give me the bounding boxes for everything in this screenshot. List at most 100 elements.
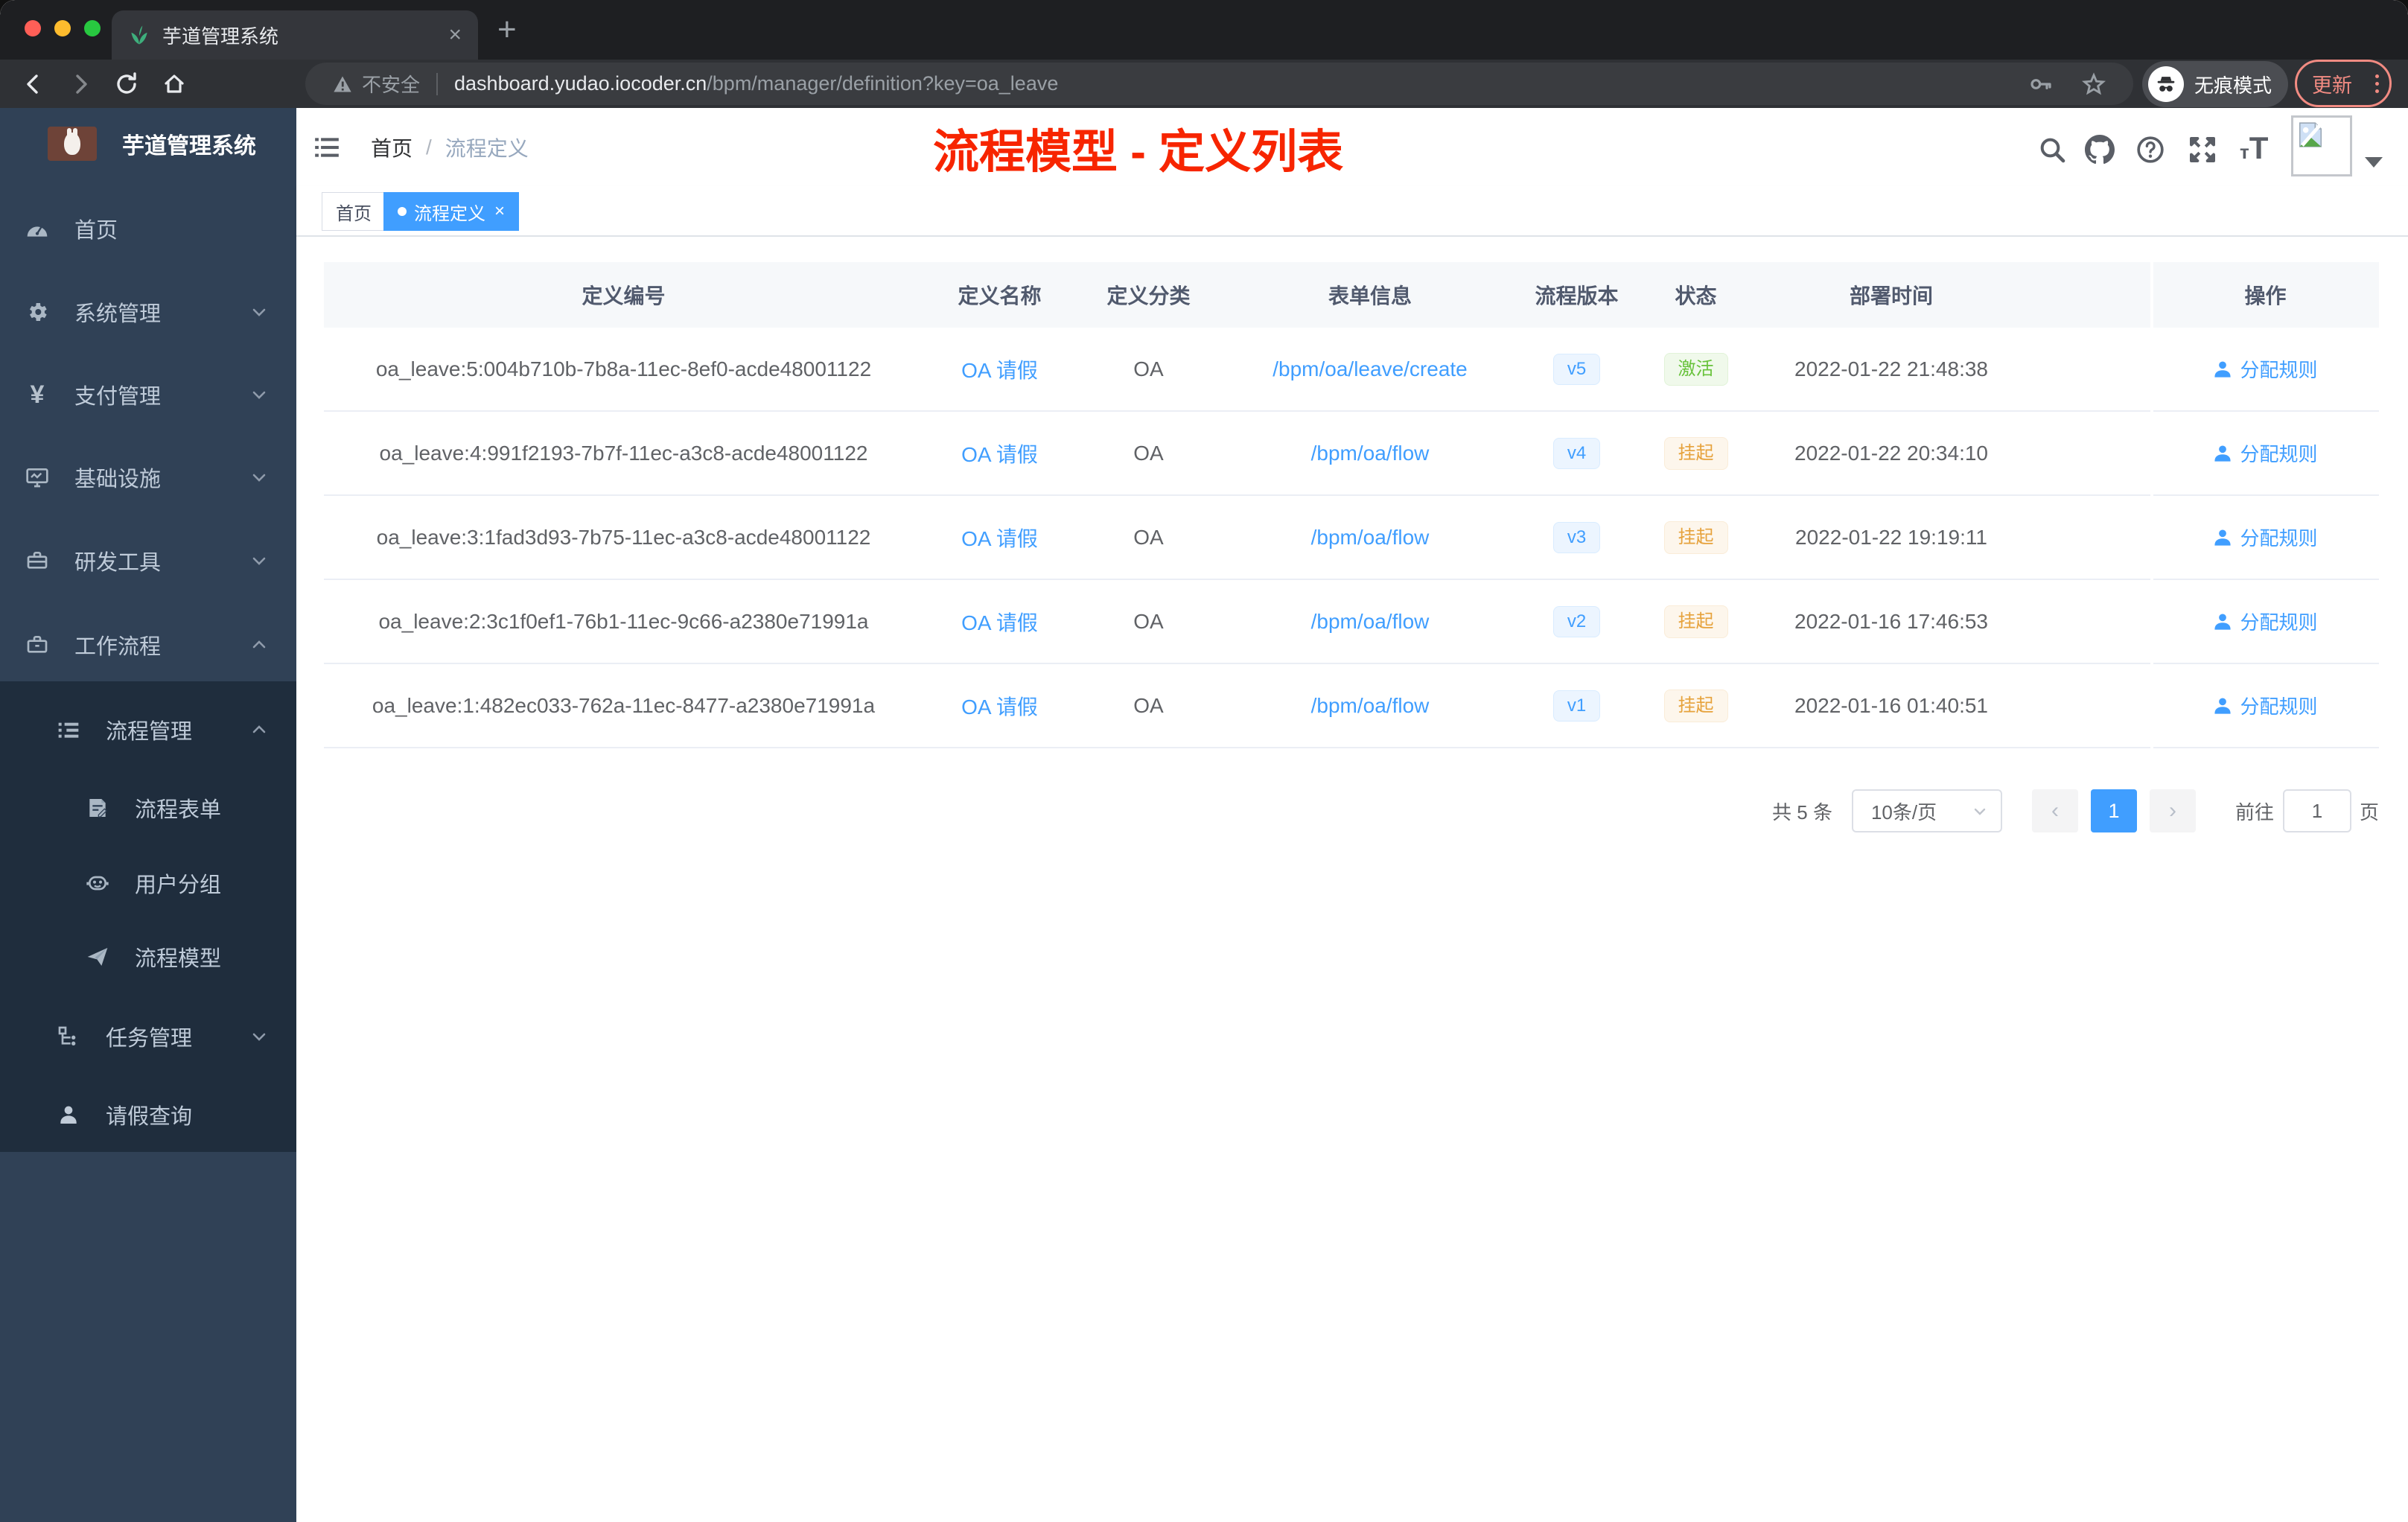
sidebar-item-user-group[interactable]: 用户分组	[0, 846, 296, 920]
tag-label: 首页	[336, 203, 372, 224]
definition-name-link[interactable]: OA 请假	[961, 607, 1038, 637]
fullscreen-icon[interactable]	[2188, 135, 2217, 165]
sidebar-item-process-model[interactable]: 流程模型	[0, 920, 296, 994]
version-badge: v1	[1552, 690, 1601, 722]
macos-zoom-button[interactable]	[84, 20, 101, 36]
definition-name-link[interactable]: OA 请假	[961, 354, 1038, 384]
key-icon[interactable]	[2029, 72, 2053, 96]
github-icon[interactable]	[2085, 135, 2115, 165]
sidebar-logo[interactable]: 芋道管理系统	[0, 108, 296, 179]
gear-icon	[30, 303, 47, 321]
url-path: /bpm/manager/definition?key=oa_leave	[707, 72, 1059, 95]
url-bar[interactable]: 不安全 dashboard.yudao.iocoder.cn/bpm/manag…	[305, 63, 2133, 105]
incognito-icon	[2148, 66, 2184, 102]
page-size-select[interactable]: 10条/页	[1851, 789, 2002, 832]
definition-id: oa_leave:1:482ec033-762a-11ec-8477-a2380…	[372, 693, 876, 717]
avatar-dropdown-icon[interactable]	[2365, 157, 2383, 168]
sidebar-item-label: 工作流程	[74, 635, 162, 659]
url-host: dashboard.yudao.iocoder.cn	[454, 72, 707, 95]
browser-menu-icon[interactable]	[2375, 74, 2379, 93]
incognito-label: 无痕模式	[2194, 74, 2272, 97]
update-label: 更新	[2312, 74, 2352, 97]
sidebar-item-leave-query[interactable]: 请假查询	[0, 1077, 296, 1152]
home-icon[interactable]	[161, 71, 188, 98]
sidebar-item-workflow[interactable]: 工作流程	[0, 608, 296, 682]
briefcase-icon	[27, 636, 48, 653]
monitor-icon	[26, 468, 48, 488]
deploy-time: 2022-01-16 17:46:53	[1794, 609, 1988, 633]
sidebar-item-process-management[interactable]: 流程管理	[0, 692, 296, 767]
definition-name-link[interactable]: OA 请假	[961, 523, 1038, 553]
reload-icon[interactable]	[113, 71, 140, 98]
sidebar-item-home[interactable]: 首页	[0, 191, 296, 266]
assign-rule-button[interactable]: 分配规则	[2213, 523, 2318, 551]
sidebar-item-payment[interactable]: ¥ 支付管理	[0, 357, 296, 432]
sidebar-item-label: 研发工具	[74, 551, 162, 575]
favicon-plant-icon	[131, 25, 147, 45]
breadcrumb-home[interactable]: 首页	[371, 133, 413, 162]
toolbox-icon	[27, 552, 48, 569]
avatar[interactable]	[2291, 115, 2352, 176]
tab-close-icon[interactable]: ×	[448, 24, 462, 46]
tags-bar: 首页 流程定义 ×	[296, 186, 2408, 237]
page-number-button[interactable]: 1	[2090, 789, 2137, 832]
prev-page-button[interactable]: ‹	[2031, 789, 2078, 832]
form-link[interactable]: /bpm/oa/flow	[1311, 442, 1430, 465]
column-header: 部署时间	[1849, 284, 1933, 308]
column-header: 表单信息	[1328, 284, 1412, 308]
tag-close-icon[interactable]: ×	[494, 201, 505, 222]
next-page-button[interactable]: ›	[2149, 789, 2196, 832]
back-icon[interactable]	[20, 71, 47, 98]
assign-rule-button[interactable]: 分配规则	[2213, 692, 2318, 719]
form-icon	[89, 799, 107, 818]
form-link[interactable]: /bpm/oa/flow	[1311, 526, 1430, 550]
help-icon[interactable]	[2135, 135, 2165, 165]
forward-icon[interactable]	[67, 71, 94, 98]
form-link[interactable]: /bpm/oa/flow	[1311, 694, 1430, 718]
user-icon	[2214, 613, 2232, 630]
goto-page-input[interactable]	[2282, 789, 2351, 832]
tag-home[interactable]: 首页	[322, 192, 386, 231]
bookmark-star-icon[interactable]	[2081, 71, 2106, 97]
version-badge: v5	[1552, 353, 1601, 385]
deploy-time: 2022-01-22 21:48:38	[1794, 357, 1988, 380]
table-header: 定义编号 定义名称 定义分类 表单信息 流程版本 状态 部署时间 操作	[324, 262, 2379, 328]
browser-update-button[interactable]: 更新	[2295, 60, 2392, 107]
user-icon	[2214, 529, 2232, 546]
tab-title: 芋道管理系统	[162, 25, 279, 48]
version-badge: v4	[1552, 437, 1601, 469]
form-link[interactable]: /bpm/oa/flow	[1311, 610, 1430, 634]
sidebar-item-task-management[interactable]: 任务管理	[0, 999, 296, 1074]
sidebar-toggle-icon[interactable]	[313, 133, 341, 162]
assign-rule-button[interactable]: 分配规则	[2213, 355, 2318, 383]
broken-image-icon	[2299, 122, 2322, 147]
chevron-down-icon	[252, 308, 266, 316]
definition-category: OA	[1133, 357, 1164, 380]
column-header: 定义分类	[1106, 284, 1191, 308]
org-tree-icon	[58, 1026, 76, 1045]
browser-window: 芋道管理系统 × + 不安全 dashboard.yudao.iocoder.c…	[0, 0, 2408, 1522]
security-label[interactable]: 不安全	[362, 70, 420, 98]
chevron-up-icon	[252, 640, 266, 649]
dashboard-icon	[27, 225, 48, 237]
sidebar-item-infrastructure[interactable]: 基础设施	[0, 440, 296, 515]
sidebar-item-system[interactable]: 系统管理	[0, 275, 296, 349]
sidebar-item-process-form[interactable]: 流程表单	[0, 771, 296, 845]
sidebar-item-devtools[interactable]: 研发工具	[0, 523, 296, 598]
pagination: 共 5 条 10条/页 ‹ 1 › 前往 页	[1772, 789, 2379, 832]
goto-label: 前往	[2235, 800, 2274, 824]
macos-close-button[interactable]	[25, 20, 41, 36]
search-icon[interactable]	[2037, 135, 2067, 165]
font-size-icon[interactable]: тT	[2240, 130, 2268, 166]
macos-minimize-button[interactable]	[54, 20, 71, 36]
tag-process-definition[interactable]: 流程定义 ×	[383, 192, 520, 231]
assign-rule-button[interactable]: 分配规则	[2213, 439, 2318, 467]
definition-name-link[interactable]: OA 请假	[961, 691, 1038, 721]
assign-rule-button[interactable]: 分配规则	[2213, 608, 2318, 635]
form-link[interactable]: /bpm/oa/leave/create	[1273, 357, 1468, 381]
definition-name-link[interactable]: OA 请假	[961, 439, 1038, 468]
chevron-down-icon	[252, 474, 266, 482]
robot-icon	[86, 876, 109, 891]
new-tab-button[interactable]: +	[497, 13, 517, 46]
browser-tab[interactable]: 芋道管理系统 ×	[112, 10, 478, 60]
